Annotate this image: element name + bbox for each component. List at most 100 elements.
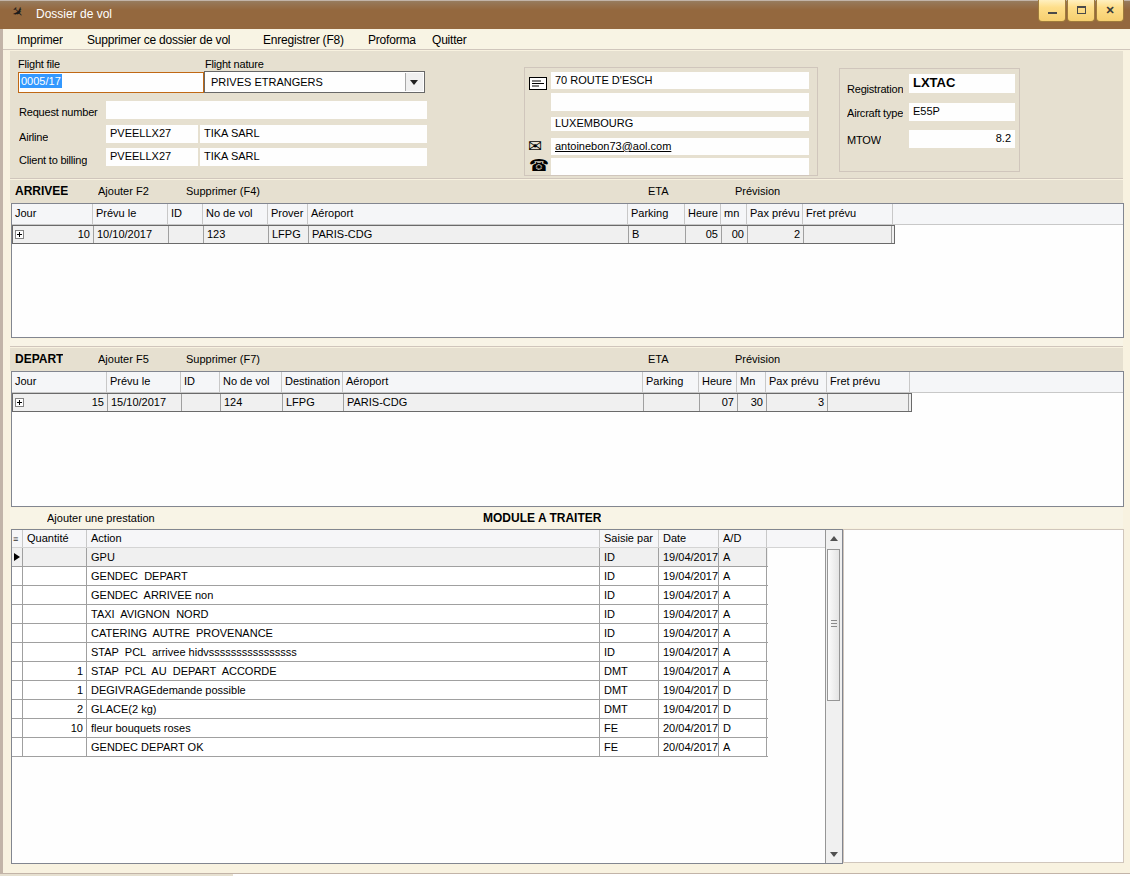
row-selector-header: ≡: [12, 530, 23, 547]
module-table-row[interactable]: CATERING AUTRE PROVENANCEID19/04/2017A: [12, 624, 768, 643]
phone-icon: ☎: [529, 158, 549, 173]
registration-input[interactable]: LXTAC: [909, 74, 1015, 93]
arrivee-bar: [10, 180, 1123, 203]
depart-add-button[interactable]: Ajouter F5: [98, 348, 149, 371]
arrivee-col-fret[interactable]: Fret prévu: [803, 204, 893, 224]
module-table-row[interactable]: GENDEC DEPARTID19/04/2017A: [12, 567, 768, 586]
module-col-ad[interactable]: A/D: [719, 530, 767, 547]
depart-row[interactable]: 15 15/10/2017 124 LFPG PARIS-CDG 07 30 3: [12, 393, 912, 412]
arrivee-col-heure[interactable]: Heure: [685, 204, 721, 224]
menu-supprimer-dossier[interactable]: Supprimer ce dossier de vol: [87, 30, 230, 50]
depart-col-jour[interactable]: Jour: [12, 372, 107, 392]
module-col-saisie[interactable]: Saisie par: [600, 530, 659, 547]
arrivee-col-prover[interactable]: Prover: [268, 204, 308, 224]
arrivee-col-id[interactable]: ID: [168, 204, 203, 224]
module-table-row[interactable]: GPUID19/04/2017A: [12, 548, 768, 567]
depart-col-pax[interactable]: Pax prévu: [766, 372, 827, 392]
arrivee-col-pax[interactable]: Pax prévu: [747, 204, 803, 224]
module-grid: ≡ Quantité Action Saisie par Date A/D GP…: [11, 529, 843, 864]
expand-icon[interactable]: [15, 398, 24, 407]
address-line2-input[interactable]: [551, 93, 809, 111]
module-table-row[interactable]: 2GLACE(2 kg)DMT19/04/2017D: [12, 700, 768, 719]
arrivee-remove-button[interactable]: Supprimer (F4): [186, 180, 260, 203]
flight-file-input[interactable]: 0005/17: [18, 72, 204, 93]
depart-col-id[interactable]: ID: [181, 372, 220, 392]
depart-col-aeroport[interactable]: Aéroport: [343, 372, 643, 392]
airline-label: Airline: [19, 131, 48, 144]
depart-eta-label: ETA: [648, 348, 669, 371]
depart-col-prevu[interactable]: Prévu le: [107, 372, 181, 392]
email-input[interactable]: antoinebon73@aol.com: [551, 138, 809, 155]
module-table-row[interactable]: GENDEC ARRIVEE nonID19/04/2017A: [12, 586, 768, 605]
module-rows: GPUID19/04/2017AGENDEC DEPARTID19/04/201…: [12, 548, 842, 757]
address-line1-input[interactable]: 70 ROUTE D'ESCH: [551, 72, 809, 89]
phone-input[interactable]: [551, 158, 809, 175]
mtow-label: MTOW: [847, 134, 881, 147]
mtow-input[interactable]: 8.2: [909, 130, 1015, 148]
aircraft-type-input[interactable]: E55P: [909, 103, 1015, 121]
depart-remove-button[interactable]: Supprimer (F7): [186, 348, 260, 371]
depart-header-row: Jour Prévu le ID No de vol Destination A…: [12, 372, 1123, 393]
expand-icon[interactable]: [15, 230, 24, 239]
close-button[interactable]: ✕: [1096, 0, 1124, 22]
notes-panel: [843, 529, 1124, 863]
depart-bar: [10, 348, 1123, 371]
title-bar: [0, 0, 1130, 29]
depart-grid: Jour Prévu le ID No de vol Destination A…: [11, 371, 1124, 507]
add-prestation-button[interactable]: Ajouter une prestation: [47, 508, 155, 528]
flight-nature-dropdown-button[interactable]: [405, 73, 423, 91]
menu-proforma[interactable]: Proforma: [368, 30, 416, 50]
arrivee-col-prevu[interactable]: Prévu le: [93, 204, 168, 224]
request-number-input[interactable]: [106, 101, 427, 119]
scroll-thumb[interactable]: [827, 549, 840, 701]
registration-label: Registration: [847, 83, 903, 96]
arrivee-row[interactable]: 10 10/10/2017 123 LFPG PARIS-CDG B 05 00…: [12, 225, 895, 244]
maximize-icon: [1077, 6, 1086, 14]
client-code-input[interactable]: PVEELLX27: [106, 148, 198, 166]
depart-col-novol[interactable]: No de vol: [220, 372, 282, 392]
scroll-up-icon[interactable]: [830, 536, 838, 541]
arrivee-prevision-label: Prévision: [735, 180, 780, 203]
arrivee-add-button[interactable]: Ajouter F2: [98, 180, 149, 203]
menu-enregistrer[interactable]: Enregistrer (F8): [263, 30, 344, 50]
depart-col-parking[interactable]: Parking: [643, 372, 699, 392]
depart-prevision-label: Prévision: [735, 348, 780, 371]
title-bar-edge: [0, 0, 1130, 1]
arrivee-col-parking[interactable]: Parking: [628, 204, 685, 224]
module-table-row[interactable]: STAP PCL arrivee hidvssssssssssssssssID1…: [12, 643, 768, 662]
module-table-row[interactable]: GENDEC DEPART OKFE20/04/2017A: [12, 738, 768, 757]
address-city-input[interactable]: LUXEMBOURG: [551, 117, 809, 131]
email-icon: ✉: [528, 139, 542, 154]
arrivee-col-mn[interactable]: mn: [721, 204, 747, 224]
module-col-quantite[interactable]: Quantité: [23, 530, 87, 547]
arrivee-col-jour[interactable]: Jour: [12, 204, 93, 224]
scroll-down-icon[interactable]: [830, 852, 838, 857]
module-table-row[interactable]: TAXI AVIGNON NORDID19/04/2017A: [12, 605, 768, 624]
airline-code-input[interactable]: PVEELLX27: [106, 125, 198, 143]
minimize-button[interactable]: [1038, 0, 1066, 22]
menu-imprimer[interactable]: Imprimer: [17, 30, 63, 50]
depart-col-heure[interactable]: Heure: [699, 372, 737, 392]
current-row-icon: [14, 553, 20, 561]
arrivee-col-novol[interactable]: No de vol: [203, 204, 268, 224]
flight-nature-label: Flight nature: [205, 58, 264, 71]
arrivee-col-aeroport[interactable]: Aéroport: [308, 204, 628, 224]
module-table-row[interactable]: 1DEGIVRAGEdemande possibleDMT19/04/2017D: [12, 681, 768, 700]
menu-quitter[interactable]: Quitter: [432, 30, 467, 50]
module-col-action[interactable]: Action: [87, 530, 600, 547]
aircraft-type-label: Aircraft type: [847, 107, 903, 120]
arrivee-header-row: Jour Prévu le ID No de vol Prover Aéropo…: [12, 204, 1123, 225]
module-table-row[interactable]: 1STAP PCL AU DEPART ACCORDEDMT19/04/2017…: [12, 662, 768, 681]
window-left-edge: [0, 29, 3, 874]
depart-col-mn[interactable]: Mn: [737, 372, 766, 392]
depart-col-destination[interactable]: Destination: [282, 372, 343, 392]
depart-col-fret[interactable]: Fret prévu: [827, 372, 910, 392]
module-col-date[interactable]: Date: [659, 530, 719, 547]
arrivee-grid: Jour Prévu le ID No de vol Prover Aéropo…: [11, 203, 1124, 338]
maximize-button[interactable]: [1067, 0, 1095, 22]
flight-nature-select[interactable]: PRIVES ETRANGERS: [204, 71, 425, 93]
client-name-input[interactable]: TIKA SARL: [200, 148, 427, 166]
module-table-row[interactable]: 10fleur bouquets rosesFE20/04/2017D: [12, 719, 768, 738]
module-scrollbar[interactable]: [825, 530, 842, 863]
airline-name-input[interactable]: TIKA SARL: [200, 125, 427, 143]
